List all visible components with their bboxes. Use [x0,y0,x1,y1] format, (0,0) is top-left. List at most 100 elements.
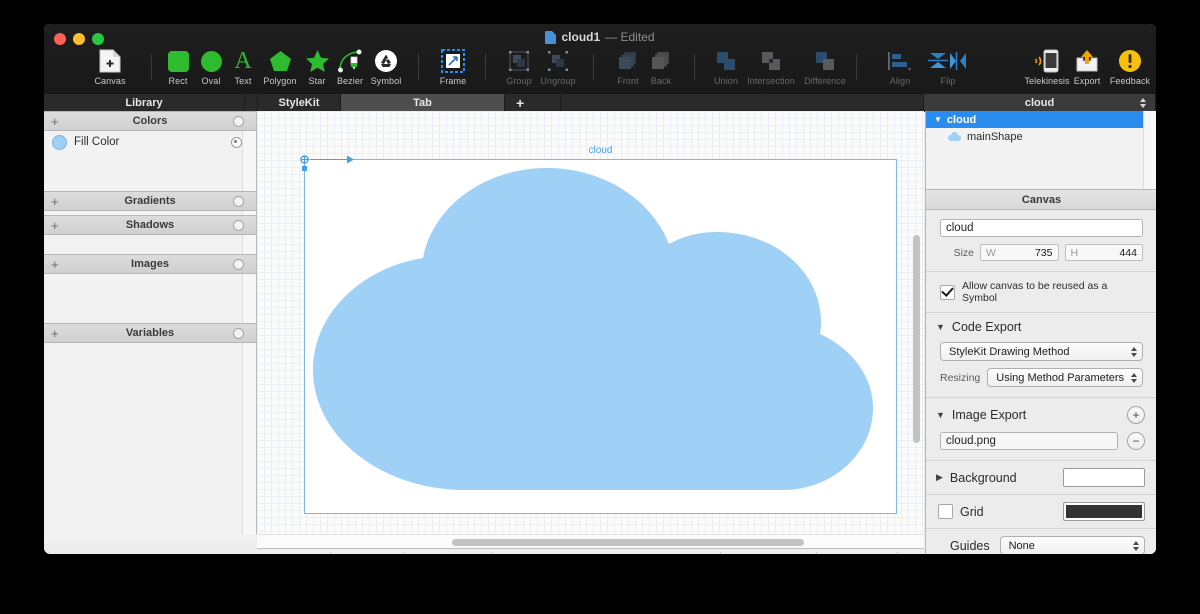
toolbar-button-canvas[interactable]: Canvas [84,48,136,86]
library-group-gradients[interactable]: + Gradients [44,191,256,211]
platform-popup[interactable]: iOS • Swift [257,552,331,554]
reuse-symbol-checkbox-row[interactable]: Allow canvas to be reused as a Symbol [940,280,1143,304]
app-window: cloud1 — Edited Canvas Rect Oval A Text [44,24,1156,554]
library-group-variables[interactable]: + Variables [44,323,256,343]
chevron-updown-icon[interactable] [1140,98,1146,108]
list-item[interactable]: Fill Color [44,131,256,153]
guides-select[interactable]: None [1000,536,1145,554]
grid-checkbox-row[interactable]: Grid [938,504,984,519]
toolbar-button-symbol[interactable]: Symbol [360,48,412,86]
canvas-area[interactable]: cloud [257,111,924,534]
origin-popup[interactable]: Default Origin [405,552,493,554]
group-options-icon[interactable] [233,196,244,207]
remove-image-export-button[interactable]: − [1127,432,1145,450]
toolbar-label: Frame [440,76,467,86]
disclosure-triangle-icon[interactable]: ▼ [936,410,945,420]
library-shadows-body [44,235,256,254]
toolbar-button-export[interactable]: Export [1065,48,1109,86]
toolbar-button-flip[interactable]: Flip [922,48,974,86]
feedback-warning-icon [1118,48,1142,74]
zoom-in-button[interactable]: + [897,552,924,554]
image-export-disclosure[interactable]: ▼ Image Export [936,408,1026,422]
image-export-filename-input[interactable]: cloud.png [940,432,1118,450]
disclosure-triangle-icon[interactable]: ▶ [936,472,943,483]
resizing-select[interactable]: Using Method Parameters [987,368,1143,387]
canvas-width-input[interactable]: W 735 [980,244,1059,261]
background-disclosure[interactable]: ▶ Background [936,471,1017,485]
add-gradient-button[interactable]: + [51,195,59,208]
toolbar-button-frame[interactable]: Frame [427,48,479,86]
grid-label: Grid [960,505,984,519]
add-image-button[interactable]: + [51,258,59,271]
toolbar-button-ungroup[interactable]: Ungroup [532,48,584,86]
add-shadow-button[interactable]: + [51,219,59,232]
reuse-symbol-checkbox[interactable] [940,285,955,300]
default-color-radio[interactable] [231,137,242,148]
canvas-vertical-scrollbar[interactable] [912,115,920,530]
status-bar: iOS • Swift Swift 4 & 5 Default Origin I… [257,548,924,554]
inspector-tab-header[interactable]: cloud [924,94,1156,111]
toolbar-label: Difference [804,76,846,86]
group-options-icon[interactable] [233,220,244,231]
reuse-symbol-label: Allow canvas to be reused as a Symbol [962,280,1143,304]
toolbar-button-back[interactable]: Back [635,48,687,86]
tab-tab[interactable]: Tab [341,94,505,111]
group-options-icon[interactable] [233,328,244,339]
ungroup-icon [547,48,569,74]
grid-checkbox[interactable] [938,504,953,519]
export-upload-icon [1075,48,1099,74]
tab-library[interactable]: Library [44,94,245,111]
library-group-shadows[interactable]: + Shadows [44,215,256,235]
group-options-icon[interactable] [233,116,244,127]
section-label: Code Export [952,320,1021,334]
resizing-label: Resizing [940,372,980,384]
canvas-horizontal-scrollbar[interactable] [257,534,924,549]
cloud-shape[interactable] [313,168,873,490]
code-export-header[interactable]: ▼ Code Export [936,320,1143,334]
canvas-name-input[interactable]: cloud [940,219,1143,237]
layer-row-cloud[interactable]: ▼ cloud [926,111,1156,128]
tab-label: StyleKit [279,97,320,109]
layer-row-mainshape[interactable]: mainShape [926,128,1156,145]
add-variable-button[interactable]: + [51,327,59,340]
document-name: cloud1 [561,30,600,44]
library-panel: + Colors Fill Color + Gradients + Shadow… [44,111,257,534]
zoom-out-button[interactable]: − [816,552,843,554]
titlebar: cloud1 — Edited Canvas Rect Oval A Text [44,24,1156,94]
grid-color-well[interactable] [1063,502,1145,521]
library-images-body [44,274,256,323]
disclosure-triangle-icon[interactable]: ▼ [934,115,942,124]
tab-stylekit[interactable]: StyleKit [258,94,341,111]
section-label: Image Export [952,408,1026,422]
group-options-icon[interactable] [233,259,244,270]
background-color-well[interactable] [1063,468,1145,487]
canvas-vertical-scroll-thumb[interactable] [913,235,920,443]
height-value: 444 [1119,247,1137,259]
layer-list-scrollbar[interactable] [1143,111,1156,189]
resizing-row: Resizing Using Method Parameters [936,368,1143,387]
library-group-colors[interactable]: + Colors [44,111,256,131]
toolbar-button-feedback[interactable]: Feedback [1104,48,1156,86]
language-popup[interactable]: Swift 4 & 5 [331,552,405,554]
canvas-horizontal-scroll-thumb[interactable] [452,539,804,546]
send-back-icon [650,48,672,74]
section-title-canvas: Canvas [926,190,1156,210]
toolbar-button-difference[interactable]: Difference [799,48,851,86]
document-edited-state: — Edited [605,30,654,44]
add-image-export-button[interactable]: + [1127,406,1145,424]
add-color-button[interactable]: + [51,115,59,128]
tab-label: Library [125,97,162,109]
library-group-images[interactable]: + Images [44,254,256,274]
layer-name: cloud [947,114,976,126]
toolbar-button-align[interactable]: Align [874,48,926,86]
density-popup[interactable]: Infinite Density [720,552,816,554]
add-tab-button[interactable]: + [505,94,561,111]
panel-tab-strip: Library StyleKit Tab + cloud [44,94,1156,112]
canvas-height-input[interactable]: H 444 [1065,244,1144,261]
guides-label: Guides [950,539,990,553]
toolbar-button-intersection[interactable]: Intersection [745,48,797,86]
section-label: Canvas [1022,194,1061,206]
artboard[interactable] [304,159,897,514]
code-export-method-select[interactable]: StyleKit Drawing Method [940,342,1143,361]
disclosure-triangle-icon[interactable]: ▼ [936,322,945,332]
